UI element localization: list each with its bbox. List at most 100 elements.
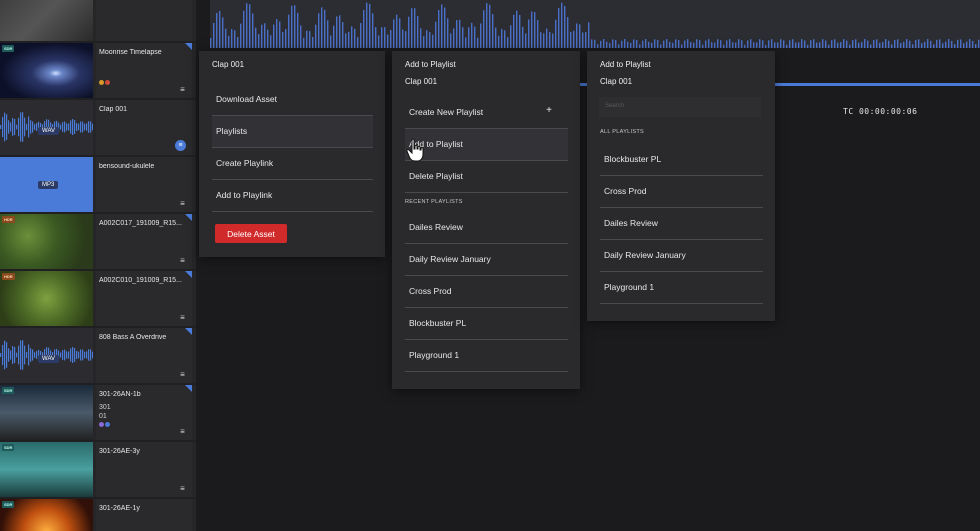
plus-icon: + [546,105,552,116]
asset-name: 301-26AE-3y [99,448,140,455]
menu-subtitle: Clap 001 [405,77,438,86]
all-playlist-item[interactable]: Daily Review January [600,240,763,272]
asset-thumbnail[interactable]: HDR [0,271,93,326]
asset-row[interactable]: SDR Moonrise Timelapse ≡ [0,43,196,98]
add-to-playlink-item[interactable]: Add to Playlink [212,180,373,212]
menu-item-label: Create Playlink [216,158,274,168]
asset-thumbnail[interactable] [0,0,93,41]
add-to-playlist-item[interactable]: Add to Playlist [405,129,568,161]
download-asset-item[interactable]: Download Asset [212,84,373,116]
asset-thumbnail[interactable]: WAV [0,328,93,383]
file-type-label: WAV [38,355,59,363]
asset-thumbnail[interactable]: SDR [0,43,93,98]
menu-item-label: Dailes Review [604,218,658,228]
recent-playlist-item[interactable]: Playground 1 [405,340,568,372]
menu-title: Add to Playlist [600,60,651,69]
playlist-search-input[interactable]: Search [599,97,761,117]
asset-menu-icon[interactable]: ≡ [179,200,186,208]
format-badge: SDR [2,501,15,508]
asset-row[interactable]: HDR A002C017_191009_R15... ≡ [0,214,196,269]
label-dots [99,72,111,90]
asset-info [96,0,192,41]
color-label-dot [99,80,104,85]
recent-playlist-item[interactable]: Dailes Review [405,212,568,244]
color-label-dot [105,422,110,427]
menu-item-label: Blockbuster PL [604,154,662,164]
delete-asset-button[interactable]: Delete Asset [215,224,287,243]
format-badge: SDR [2,387,15,394]
all-playlists-label: ALL PLAYLISTS [600,129,644,135]
asset-row[interactable]: WAV 808 Bass A Overdrive ≡ [0,328,196,383]
menu-item-label: Create New Playlist [409,107,484,117]
asset-name: Clap 001 [99,106,128,113]
format-badge: HDR [2,273,15,280]
menu-item-label: Delete Playlist [409,171,463,181]
asset-menu-icon[interactable]: ≡ [179,257,186,265]
menu-item-label: Cross Prod [604,186,647,196]
asset-thumbnail[interactable]: HDR [0,214,93,269]
menu-item-label: Daily Review January [409,254,491,264]
asset-row[interactable]: MP3 bensound-ukulele ≡ [0,157,196,212]
asset-menu-button-active[interactable]: ≡ [175,140,186,151]
asset-info: 301-26AE-1y≡ [96,499,192,531]
menu-item-label: Download Asset [216,94,277,104]
asset-menu-icon[interactable]: ≡ [179,371,186,379]
corner-flag-icon [185,271,192,278]
menu-item-label: Playground 1 [604,282,655,292]
menu-item-label: Playlists [216,126,248,136]
asset-menu-icon[interactable]: ≡ [179,86,186,94]
recent-playlist-item[interactable]: Daily Review January [405,244,568,276]
asset-name: A002C010_191009_R15... [99,277,182,284]
playlist-submenu: Add to Playlist Clap 001 Create New Play… [392,51,580,389]
asset-row[interactable]: WAV Clap 001 ≡ [0,100,196,155]
audio-waveform[interactable] [210,0,980,48]
recent-playlists-label: RECENT PLAYLISTS [405,199,463,205]
asset-thumbnail[interactable]: SDR [0,499,93,531]
asset-row[interactable] [0,0,196,41]
menu-item-label: Blockbuster PL [409,318,467,328]
corner-flag-icon [185,43,192,50]
all-playlist-item[interactable]: Blockbuster PL [600,144,763,176]
asset-info: A002C010_191009_R15... ≡ [96,271,192,326]
menu-title: Clap 001 [212,60,245,69]
asset-row[interactable]: HDR A002C010_191009_R15... ≡ [0,271,196,326]
asset-context-menu: Clap 001 Download Asset Playlists Create… [199,51,385,257]
file-type-label: WAV [38,127,59,135]
asset-thumbnail[interactable]: MP3 [0,157,93,212]
create-new-playlist-item[interactable]: Create New Playlist + [405,97,568,129]
asset-info: Clap 001 ≡ [96,100,192,155]
corner-flag-icon [185,214,192,221]
asset-name: Moonrise Timelapse [99,49,162,56]
asset-row[interactable]: SDR 301-26AN-1b 301 01 ≡ [0,385,196,440]
create-playlink-item[interactable]: Create Playlink [212,148,373,180]
delete-playlist-item[interactable]: Delete Playlist [405,161,568,193]
all-playlist-item[interactable]: Cross Prod [600,176,763,208]
asset-row[interactable]: SDR 301-26AE-3y ≡ [0,442,196,497]
all-playlist-item[interactable]: Dailes Review [600,208,763,240]
asset-row[interactable]: SDR 301-26AE-1y≡ [0,499,196,531]
asset-menu-icon[interactable]: ≡ [179,314,186,322]
asset-name: 808 Bass A Overdrive [99,334,167,341]
asset-thumbnail[interactable]: SDR [0,442,93,497]
format-badge: SDR [2,444,15,451]
corner-flag-icon [185,328,192,335]
search-placeholder: Search [605,103,625,109]
asset-name: bensound-ukulele [99,163,155,170]
asset-info: 301-26AN-1b 301 01 ≡ [96,385,192,440]
all-playlists-submenu: Add to Playlist Clap 001 Search ALL PLAY… [587,51,775,321]
all-playlist-item[interactable]: Playground 1 [600,272,763,304]
asset-list: SDR Moonrise Timelapse ≡ WAV Clap 001 ≡ MP3 ben… [0,0,196,531]
menu-item-label: Cross Prod [409,286,452,296]
asset-thumbnail[interactable]: SDR [0,385,93,440]
playlists-item[interactable]: Playlists [212,116,373,148]
hand-pointer-icon [406,138,424,162]
asset-thumbnail[interactable]: WAV [0,100,93,155]
recent-playlist-item[interactable]: Blockbuster PL [405,308,568,340]
menu-item-label: Add to Playlink [216,190,273,200]
asset-menu-icon[interactable]: ≡ [179,428,186,436]
menu-subtitle: Clap 001 [600,77,633,86]
asset-name: A002C017_191009_R15... [99,220,182,227]
recent-playlist-item[interactable]: Cross Prod [405,276,568,308]
asset-menu-icon[interactable]: ≡ [179,485,186,493]
format-badge: HDR [2,216,15,223]
